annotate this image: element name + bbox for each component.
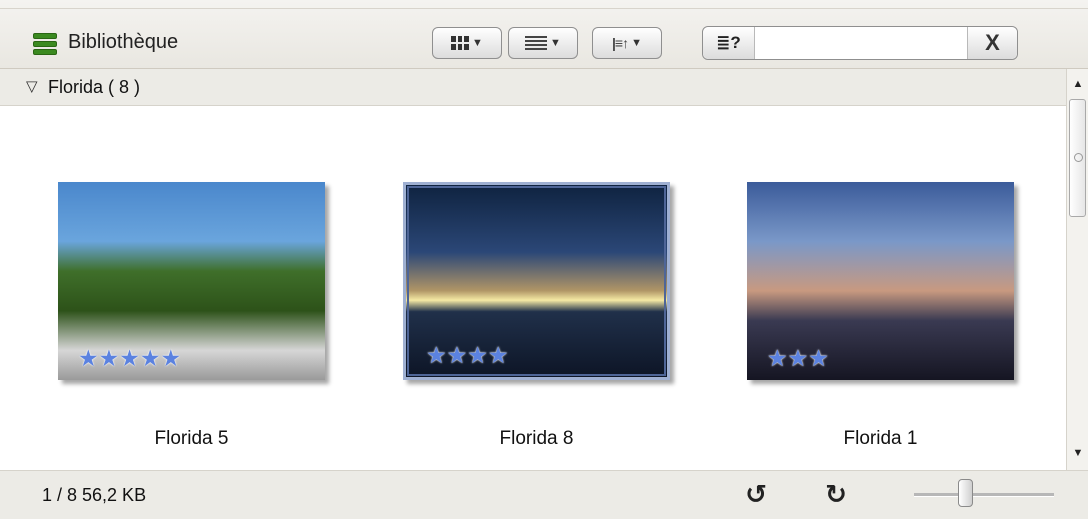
chevron-down-icon: ▼	[550, 37, 561, 49]
thumbnail-view-button[interactable]: ▼	[432, 27, 502, 59]
star-rating[interactable]: ★★★	[767, 347, 829, 370]
sort-icon: |≡↑	[612, 35, 629, 51]
group-header[interactable]: ▽ Florida ( 8 )	[0, 69, 1066, 106]
star-icon: ★★★★	[426, 342, 509, 368]
scroll-down-icon[interactable]: ▼	[1067, 442, 1088, 464]
vertical-scrollbar[interactable]: ▲ ▼	[1066, 69, 1088, 470]
list-view-icon	[525, 36, 548, 50]
search-box: ≣? X	[702, 26, 1018, 60]
rotate-left-icon[interactable]: ↺	[742, 480, 770, 508]
clear-search-button[interactable]: X	[967, 27, 1017, 59]
chevron-down-icon: ▼	[472, 37, 483, 49]
photo-thumbnail[interactable]: ★★★★★	[58, 182, 325, 380]
collapse-toggle-icon[interactable]: ▽	[26, 77, 38, 95]
library-title: Bibliothèque	[68, 31, 179, 53]
zoom-slider-thumb[interactable]	[958, 479, 973, 507]
scrollbar-thumb[interactable]	[1069, 99, 1086, 217]
status-text: 1 / 8 56,2 KB	[42, 485, 147, 505]
close-icon: X	[985, 30, 1000, 55]
search-options-button[interactable]: ≣?	[703, 27, 755, 59]
star-rating[interactable]: ★★★★	[426, 344, 508, 367]
star-icon: ★★★★★	[78, 345, 182, 371]
toolbar-divider	[0, 8, 1088, 9]
star-rating[interactable]: ★★★★★	[78, 347, 181, 370]
photo-card[interactable]: ★★★★ Florida 8	[403, 106, 703, 470]
library-icon	[33, 33, 57, 55]
photo-card[interactable]: ★★★★★ Florida 5	[58, 106, 358, 470]
details-view-button[interactable]: ▼	[508, 27, 578, 59]
status-bar: 1 / 8 56,2 KB ↺ ↻	[0, 470, 1088, 519]
photo-caption: Florida 5	[154, 428, 229, 449]
group-title: Florida ( 8 )	[48, 77, 141, 97]
photo-caption: Florida 1	[843, 428, 918, 449]
rotate-right-icon[interactable]: ↻	[822, 480, 850, 508]
chevron-down-icon: ▼	[631, 37, 642, 49]
grid-view-icon	[451, 36, 470, 50]
sort-button[interactable]: |≡↑ ▼	[592, 27, 662, 59]
photo-caption: Florida 8	[499, 428, 574, 449]
photo-thumbnail-selected[interactable]: ★★★★	[403, 182, 670, 380]
toolbar: Bibliothèque ▼ ▼ |≡↑ ▼ ≣? X	[0, 0, 1088, 69]
photo-grid: ★★★★★ Florida 5 ★★★★ Florida 8 ★★★ Flori…	[0, 106, 1066, 470]
scroll-up-icon[interactable]: ▲	[1067, 73, 1088, 95]
search-options-icon: ≣?	[716, 33, 741, 52]
search-input[interactable]	[757, 29, 967, 59]
photo-card[interactable]: ★★★ Florida 1	[747, 106, 1047, 470]
grip-icon	[1074, 153, 1083, 162]
star-icon: ★★★	[767, 345, 829, 371]
zoom-slider-track[interactable]	[914, 493, 1054, 497]
photo-thumbnail[interactable]: ★★★	[747, 182, 1014, 380]
